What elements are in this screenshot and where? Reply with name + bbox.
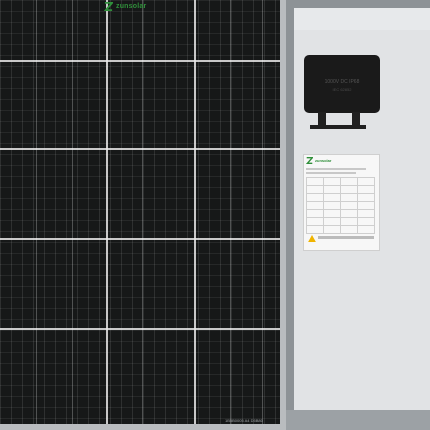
panel-back: 1000V DC IP68 IEC 62852 zunsolar: [286, 0, 430, 430]
junction-box: 1000V DC IP68 IEC 62852: [304, 55, 380, 113]
panel-cell-area: zunsolar 1B5B0005 A4 D5B80: [0, 0, 280, 424]
label-line: [306, 168, 366, 170]
brand-z-icon: [104, 2, 113, 11]
brand-name: zunsolar: [116, 3, 147, 10]
junction-box-subtext: IEC 62852: [332, 87, 352, 92]
busbar: [72, 0, 73, 424]
label-brand-name: zunsolar: [315, 158, 332, 163]
busbar: [36, 0, 37, 424]
back-frame: [286, 0, 294, 430]
cell-gap: [0, 60, 280, 62]
cable-connector: [352, 112, 360, 126]
cell-gap: [194, 0, 196, 424]
cell-gap: [0, 328, 280, 330]
cable-connector: [318, 112, 326, 126]
back-frame: [286, 0, 430, 8]
spec-table: [306, 177, 375, 234]
busbar: [230, 0, 231, 424]
serial-sticker: 1B5B0005 A4 D5B80: [225, 418, 263, 423]
brand-z-icon: [306, 157, 313, 164]
warning-icon: [308, 235, 316, 242]
cell-gap: [0, 238, 280, 240]
cell-gap: [106, 0, 108, 424]
cell-texture: [0, 0, 280, 424]
busbar: [142, 0, 143, 424]
spec-label-lines: [304, 168, 379, 174]
solar-panel-photo: zunsolar 1B5B0005 A4 D5B80 1000V DC IP68…: [0, 0, 430, 430]
busbar: [262, 0, 263, 424]
spec-label-header: zunsolar: [304, 155, 379, 166]
cable: [310, 125, 366, 129]
back-frame: [286, 410, 430, 430]
junction-box-text: 1000V DC IP68: [324, 79, 360, 85]
warning-text: [318, 236, 374, 239]
spec-label: zunsolar: [303, 154, 380, 251]
cell-gap: [0, 148, 280, 150]
brand-logo: zunsolar: [104, 2, 146, 11]
panel-front: zunsolar 1B5B0005 A4 D5B80: [0, 0, 286, 430]
label-line: [306, 172, 356, 174]
